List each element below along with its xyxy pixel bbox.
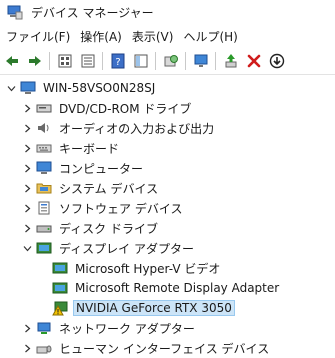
display-adapter-icon — [36, 240, 52, 256]
tree-category-1[interactable]: オーディオの入力および出力 — [22, 118, 216, 138]
properties-list-icon — [80, 53, 96, 69]
enable-device-icon — [223, 53, 239, 69]
system-folder-icon — [36, 180, 52, 196]
update-driver-button[interactable] — [266, 50, 288, 72]
toolbar-separator — [215, 52, 216, 70]
network-adapter-icon — [36, 320, 52, 336]
computer-root-icon — [20, 80, 36, 96]
tree-item-label: キーボード — [59, 141, 120, 156]
expand-chevron-icon[interactable] — [22, 163, 32, 173]
forward-arrow-icon — [27, 53, 43, 69]
toolbar-separator — [185, 52, 186, 70]
tree-category-4[interactable]: システム デバイス — [22, 178, 160, 198]
scan-hardware-icon — [163, 53, 179, 69]
uninstall-icon — [246, 53, 262, 69]
tree-device-7-2[interactable]: NVIDIA GeForce RTX 3050 — [38, 298, 235, 318]
forward-arrow-button[interactable] — [24, 50, 46, 72]
properties-list-button[interactable] — [77, 50, 99, 72]
help-button[interactable]: ? — [107, 50, 129, 72]
display-adapter-warning-icon — [52, 300, 68, 316]
enable-device-button[interactable] — [220, 50, 242, 72]
tree-item-label: オーディオの入力および出力 — [59, 121, 215, 136]
tree-category-7[interactable]: ディスプレイ アダプター — [22, 238, 196, 258]
tree-item-label: DVD/CD-ROM ドライブ — [59, 101, 192, 116]
properties-grid-button[interactable] — [54, 50, 76, 72]
device-manager-icon — [7, 5, 23, 20]
tree-category-9[interactable]: ヒューマン インターフェイス デバイス — [22, 338, 271, 358]
expand-chevron-icon[interactable] — [22, 183, 32, 193]
expand-chevron-icon[interactable] — [22, 203, 32, 213]
title-bar: デバイス マネージャー — [0, 0, 335, 24]
toolbar-separator — [155, 52, 156, 70]
menu-view[interactable]: 表示(V) — [127, 28, 179, 45]
tree-root-computer[interactable]: WIN-58VSO0N28SJ — [6, 78, 157, 98]
menu-action[interactable]: 操作(A) — [75, 28, 127, 45]
tree-item-label: WIN-58VSO0N28SJ — [43, 81, 156, 95]
window-title: デバイス マネージャー — [31, 5, 154, 20]
expand-chevron-icon[interactable] — [22, 103, 32, 113]
hid-icon — [36, 340, 52, 356]
tree-category-0[interactable]: DVD/CD-ROM ドライブ — [22, 98, 193, 118]
tree-item-label: システム デバイス — [59, 181, 159, 196]
expand-chevron-icon[interactable] — [22, 143, 32, 153]
back-arrow-button[interactable] — [1, 50, 23, 72]
toolbar: ? — [0, 48, 335, 75]
computer-icon — [36, 160, 52, 176]
tree-category-5[interactable]: ソフトウェア デバイス — [22, 198, 184, 218]
expand-chevron-icon[interactable] — [22, 323, 32, 333]
keyboard-icon — [36, 140, 52, 156]
display-adapter-icon — [52, 280, 68, 296]
monitor-button[interactable] — [190, 50, 212, 72]
expand-chevron-icon[interactable] — [22, 123, 32, 133]
uninstall-button[interactable] — [243, 50, 265, 72]
tree-category-2[interactable]: キーボード — [22, 138, 121, 158]
tree-category-8[interactable]: ネットワーク アダプター — [22, 318, 197, 338]
toolbar-separator — [49, 52, 50, 70]
menu-bar: ファイル(F) 操作(A) 表示(V) ヘルプ(H) — [0, 26, 335, 46]
menu-file[interactable]: ファイル(F) — [0, 28, 75, 45]
tree-item-label: コンピューター — [59, 161, 144, 176]
scan-hardware-button[interactable] — [160, 50, 182, 72]
menu-help[interactable]: ヘルプ(H) — [178, 28, 242, 45]
tree-item-label: ソフトウェア デバイス — [59, 201, 183, 216]
back-arrow-icon — [4, 53, 20, 69]
tree-item-label: ネットワーク アダプター — [59, 321, 195, 336]
help-icon: ? — [110, 53, 126, 69]
svg-text:?: ? — [115, 57, 120, 68]
view-panel-icon — [133, 53, 149, 69]
collapse-chevron-icon[interactable] — [22, 243, 32, 253]
tree-item-label: NVIDIA GeForce RTX 3050 — [73, 300, 235, 316]
tree-item-label: ディスク ドライブ — [59, 221, 158, 236]
tree-device-7-1[interactable]: Microsoft Remote Display Adapter — [38, 278, 281, 298]
tree-item-label: Microsoft Remote Display Adapter — [75, 281, 280, 295]
expand-chevron-icon[interactable] — [22, 343, 32, 353]
view-panel-button[interactable] — [130, 50, 152, 72]
dvd-drive-icon — [36, 100, 52, 116]
speaker-icon — [36, 120, 52, 136]
expand-chevron-icon[interactable] — [22, 223, 32, 233]
display-adapter-icon — [52, 260, 68, 276]
collapse-chevron-icon[interactable] — [6, 83, 16, 93]
properties-grid-icon — [57, 53, 73, 69]
update-driver-icon — [269, 53, 285, 69]
tree-device-7-0[interactable]: Microsoft Hyper-V ビデオ — [38, 258, 222, 278]
tree-category-6[interactable]: ディスク ドライブ — [22, 218, 160, 238]
tree-item-label: ディスプレイ アダプター — [59, 241, 194, 256]
tree-item-label: Microsoft Hyper-V ビデオ — [75, 261, 221, 276]
monitor-icon — [193, 53, 209, 69]
tree-category-3[interactable]: コンピューター — [22, 158, 145, 178]
disk-drive-icon — [36, 220, 52, 236]
toolbar-separator — [102, 52, 103, 70]
tree-item-label: ヒューマン インターフェイス デバイス — [59, 341, 270, 356]
software-device-icon — [36, 200, 52, 216]
